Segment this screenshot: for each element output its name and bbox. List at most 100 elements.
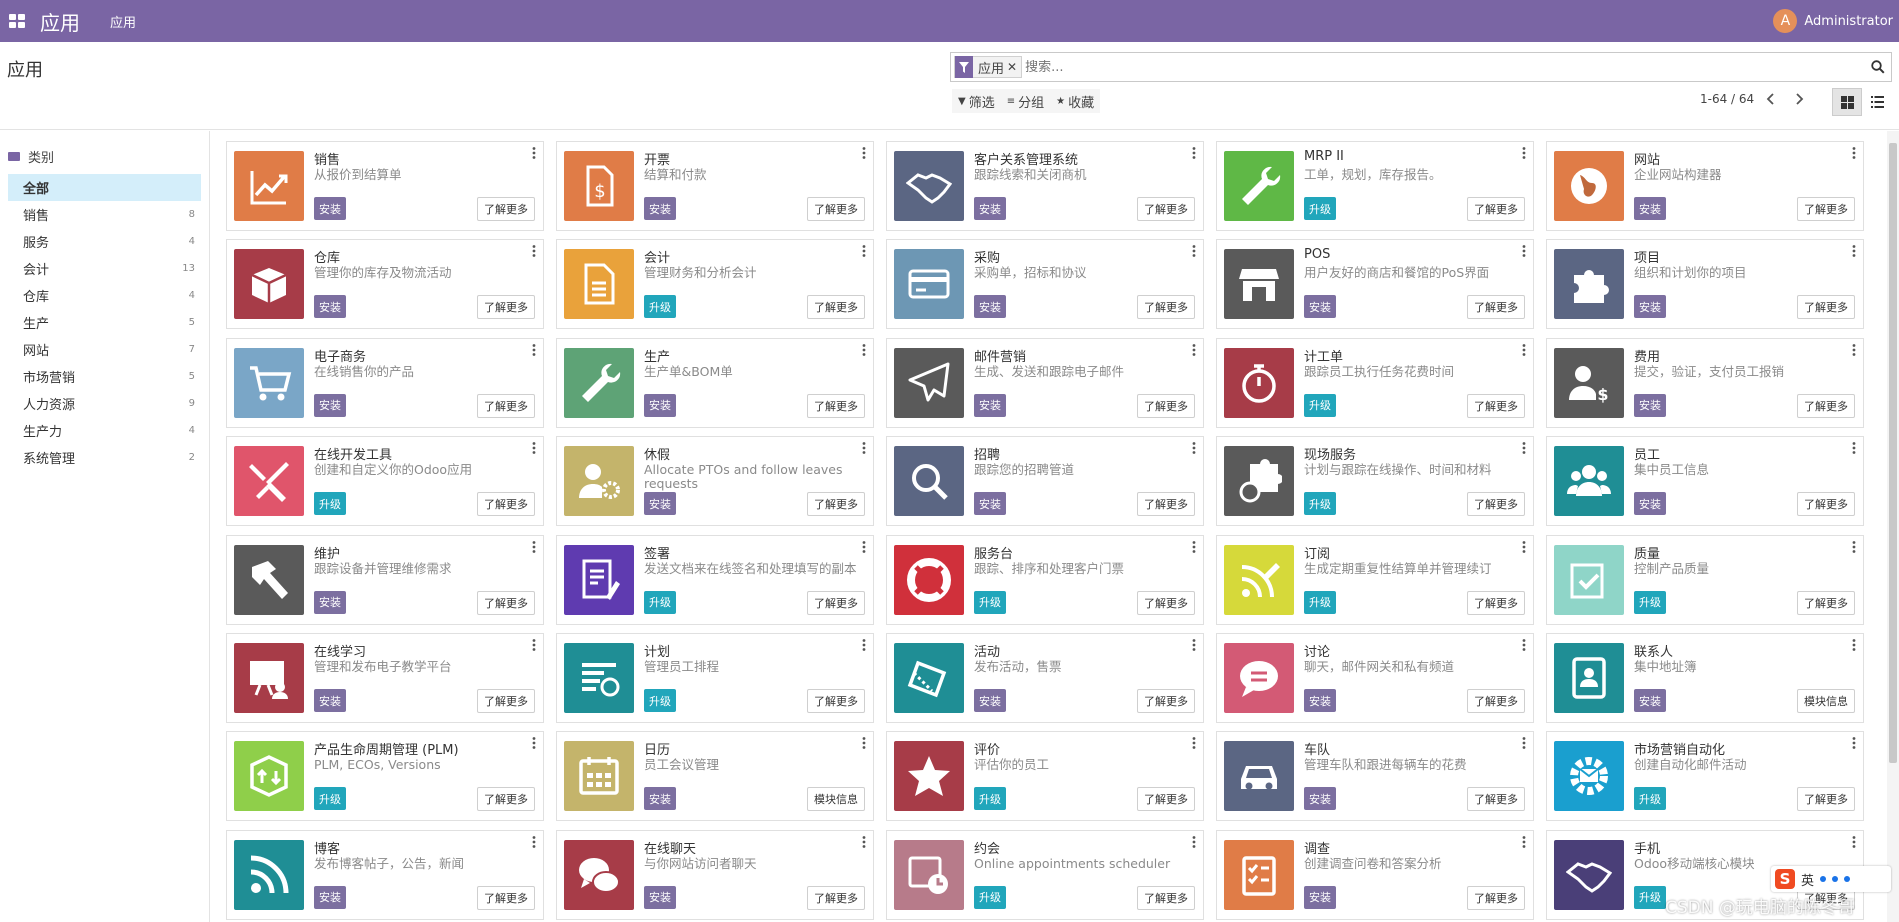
learn-more-button[interactable]: 了解更多: [1137, 197, 1195, 221]
pager-value[interactable]: 1-64 / 64: [1700, 92, 1754, 106]
app-card[interactable]: 维护 跟踪设备并管理维修需求 安装 了解更多: [226, 534, 544, 625]
install-button[interactable]: 安装: [1634, 492, 1666, 516]
kebab-menu-icon[interactable]: [1851, 835, 1857, 848]
app-card[interactable]: 日历 员工会议管理 安装 模块信息: [556, 731, 874, 822]
learn-more-button[interactable]: 了解更多: [1137, 689, 1195, 713]
group-by-button[interactable]: ≡ 分组: [1001, 89, 1050, 113]
sidebar-category-item[interactable]: 人力资源 9: [8, 390, 201, 417]
search-icon[interactable]: [1865, 53, 1891, 81]
ime-toolbar[interactable]: S 英: [1771, 866, 1891, 892]
kebab-menu-icon[interactable]: [861, 343, 867, 356]
upgrade-button[interactable]: 升级: [1304, 590, 1336, 614]
learn-more-button[interactable]: 了解更多: [477, 885, 535, 910]
kebab-menu-icon[interactable]: [861, 737, 867, 750]
install-button[interactable]: 安装: [314, 590, 346, 614]
upgrade-button[interactable]: 升级: [1304, 492, 1336, 516]
kebab-menu-icon[interactable]: [531, 639, 537, 651]
app-card[interactable]: 休假 Allocate PTOs and follow leaves reques…: [556, 436, 874, 527]
upgrade-button[interactable]: 升级: [1634, 787, 1666, 811]
kebab-menu-icon[interactable]: [531, 343, 537, 356]
learn-more-button[interactable]: 了解更多: [1467, 393, 1525, 418]
app-card[interactable]: MRP II 工单，规划，库存报告。 升级 了解更多: [1216, 141, 1534, 231]
app-card[interactable]: 会计 管理财务和分析会计 升级 了解更多: [556, 239, 874, 330]
learn-more-button[interactable]: 了解更多: [1137, 393, 1195, 418]
app-card[interactable]: 生产 生产单&BOM单 安装 了解更多: [556, 337, 874, 428]
kebab-menu-icon[interactable]: [531, 737, 537, 750]
app-card[interactable]: 产品生命周期管理 (PLM) PLM, ECOs, Versions 升级 了解更多: [226, 731, 544, 822]
learn-more-button[interactable]: 了解更多: [1467, 197, 1525, 221]
install-button[interactable]: 安装: [314, 197, 346, 220]
upgrade-button[interactable]: 升级: [314, 492, 346, 516]
sidebar-category-item[interactable]: 市场营销 5: [8, 363, 201, 390]
kebab-menu-icon[interactable]: [861, 540, 867, 553]
kebab-menu-icon[interactable]: [531, 835, 537, 848]
learn-more-button[interactable]: 了解更多: [1467, 295, 1525, 320]
navbar-brand[interactable]: 应用: [40, 7, 80, 36]
install-button[interactable]: 安装: [644, 197, 676, 220]
app-card[interactable]: 车队 管理车队和跟进每辆车的花费 安装 了解更多: [1216, 731, 1534, 822]
kebab-menu-icon[interactable]: [1191, 442, 1197, 455]
app-card[interactable]: 计工单 跟踪员工执行任务花费时间 升级 了解更多: [1216, 337, 1534, 428]
sidebar-category-item[interactable]: 系统管理 2: [8, 444, 201, 471]
app-card[interactable]: $ 费用 提交，验证，支付员工报销 安装 了解更多: [1546, 337, 1864, 428]
kebab-menu-icon[interactable]: [1851, 639, 1857, 651]
user-menu[interactable]: A Administrator: [1773, 0, 1893, 42]
learn-more-button[interactable]: 了解更多: [807, 393, 865, 418]
scrollbar-thumb[interactable]: [1889, 143, 1897, 763]
upgrade-button[interactable]: 升级: [1304, 197, 1336, 220]
kanban-view-button[interactable]: [1832, 88, 1862, 116]
kebab-menu-icon[interactable]: [861, 639, 867, 651]
facet-remove-icon[interactable]: ✕: [1007, 60, 1021, 74]
sidebar-category-item[interactable]: 生产 5: [8, 309, 201, 336]
search-bar[interactable]: 应用 ✕: [950, 52, 1892, 82]
kebab-menu-icon[interactable]: [1521, 835, 1527, 848]
learn-more-button[interactable]: 了解更多: [477, 393, 535, 418]
kebab-menu-icon[interactable]: [1851, 245, 1857, 258]
learn-more-button[interactable]: 了解更多: [1137, 492, 1195, 517]
upgrade-button[interactable]: 升级: [974, 787, 1006, 811]
learn-more-button[interactable]: 了解更多: [1137, 295, 1195, 320]
kebab-menu-icon[interactable]: [861, 835, 867, 848]
sidebar-category-item[interactable]: 仓库 4: [8, 282, 201, 309]
upgrade-button[interactable]: 升级: [1634, 590, 1666, 614]
learn-more-button[interactable]: 了解更多: [1467, 590, 1525, 615]
app-card[interactable]: 评价 评估你的员工 升级 了解更多: [886, 731, 1204, 822]
kebab-menu-icon[interactable]: [1851, 147, 1857, 159]
install-button[interactable]: 安装: [1304, 787, 1336, 811]
kebab-menu-icon[interactable]: [1521, 540, 1527, 553]
upgrade-button[interactable]: 升级: [644, 295, 676, 319]
upgrade-button[interactable]: 升级: [1304, 393, 1336, 417]
app-card[interactable]: 员工 集中员工信息 安装 了解更多: [1546, 436, 1864, 527]
app-card[interactable]: 质量 控制产品质量 升级 了解更多: [1546, 534, 1864, 625]
app-card[interactable]: 现场服务 计划与跟踪在线操作、时间和材料 升级 了解更多: [1216, 436, 1534, 527]
learn-more-button[interactable]: 了解更多: [807, 492, 865, 517]
install-button[interactable]: 安装: [1304, 689, 1336, 712]
sidebar-category-item[interactable]: 生产力 4: [8, 417, 201, 444]
learn-more-button[interactable]: 了解更多: [1797, 295, 1855, 320]
pager-next-button[interactable]: [1790, 90, 1808, 109]
sidebar-category-item[interactable]: 服务 4: [8, 228, 201, 255]
app-card[interactable]: 在线聊天 与你网站访问者聊天 安装 了解更多: [556, 829, 874, 920]
apps-menu-button[interactable]: [2, 0, 32, 42]
learn-more-button[interactable]: 了解更多: [477, 590, 535, 615]
app-card[interactable]: 联系人 集中地址簿 安装 模块信息: [1546, 633, 1864, 723]
kebab-menu-icon[interactable]: [1851, 442, 1857, 455]
learn-more-button[interactable]: 了解更多: [1467, 787, 1525, 812]
app-card[interactable]: 网站 企业网站构建器 安装 了解更多: [1546, 141, 1864, 231]
install-button[interactable]: 安装: [644, 787, 676, 811]
learn-more-button[interactable]: 了解更多: [1467, 492, 1525, 517]
pager-previous-button[interactable]: [1762, 90, 1780, 109]
kebab-menu-icon[interactable]: [1521, 147, 1527, 159]
app-card[interactable]: 客户关系管理系统 跟踪线索和关闭商机 安装 了解更多: [886, 141, 1204, 231]
upgrade-button[interactable]: 升级: [1634, 885, 1666, 909]
install-button[interactable]: 安装: [974, 295, 1006, 319]
app-card[interactable]: 博客 发布博客帖子，公告，新闻 安装 了解更多: [226, 829, 544, 920]
app-card[interactable]: 市场营销自动化 创建自动化邮件活动 升级 了解更多: [1546, 731, 1864, 822]
install-button[interactable]: 安装: [644, 885, 676, 909]
learn-more-button[interactable]: 了解更多: [807, 885, 865, 910]
app-card[interactable]: 计划 管理员工排程 升级 了解更多: [556, 633, 874, 723]
install-button[interactable]: 安装: [1304, 295, 1336, 319]
filters-button[interactable]: ▼ 筛选: [952, 89, 1001, 113]
sidebar-category-item[interactable]: 会计 13: [8, 255, 201, 282]
install-button[interactable]: 安装: [974, 197, 1006, 220]
